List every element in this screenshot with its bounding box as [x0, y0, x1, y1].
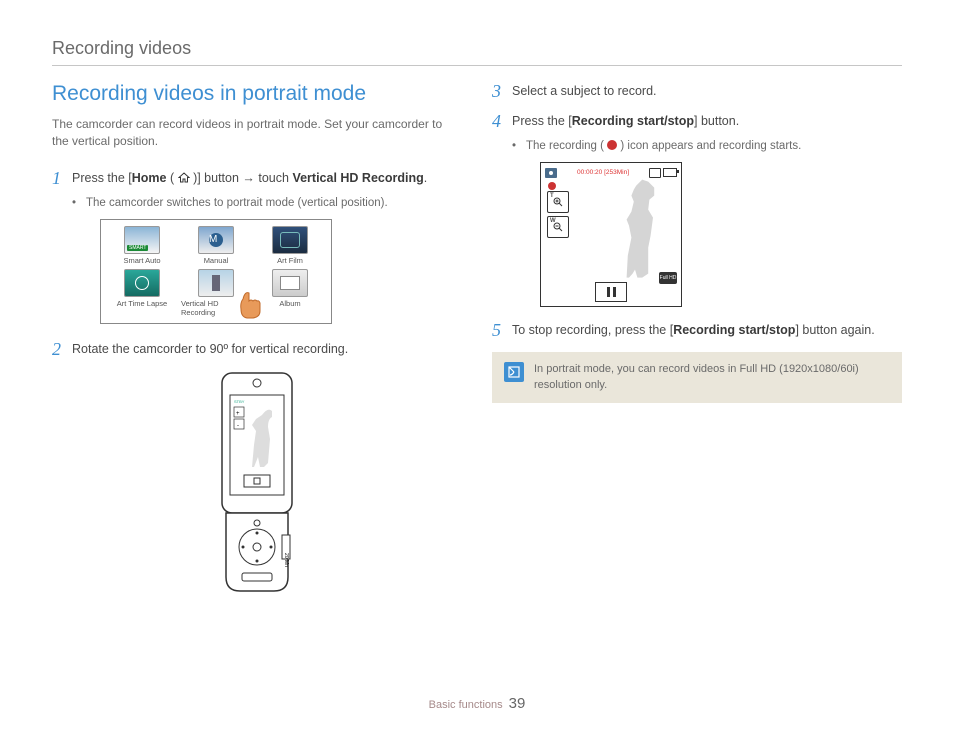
hd-badge: Full HD [659, 272, 677, 284]
step-number: 2 [52, 340, 72, 360]
step1-vhd-label: Vertical HD Recording [292, 171, 423, 185]
vertical-hd-icon [198, 269, 234, 297]
menu-smart-label: Smart Auto [123, 256, 160, 265]
note-text: In portrait mode, you can record videos … [534, 362, 890, 393]
portrait-screen-illustration: 00:00:20 [253Min] T W Full HD [540, 162, 682, 307]
zoom-t-label: T [550, 193, 554, 199]
menu-vertical-label: Vertical HD Recording [181, 299, 251, 317]
step5-post: ] button again. [795, 323, 874, 337]
album-icon [272, 269, 308, 297]
step1-post: )] button → touch [190, 171, 293, 185]
header-rule [52, 65, 902, 66]
menu-manual-label: Manual [204, 256, 229, 265]
step4-bullet: The recording ( ) icon appears and recor… [512, 140, 902, 152]
step4-post: ] button. [694, 114, 739, 128]
step-number: 5 [492, 321, 512, 341]
left-column: Recording videos in portrait mode The ca… [52, 82, 462, 602]
camcorder-illustration: STBY + - 20 Mn [182, 367, 332, 602]
menu-time-lapse: Art Time Lapse [107, 269, 177, 317]
menu-smart-auto: Smart Auto [107, 226, 177, 265]
step1-home-label: Home [132, 171, 167, 185]
step2-text: Rotate the camcorder to 90º for vertical… [72, 340, 462, 360]
step4-bullet-pre: The recording ( [526, 140, 607, 152]
svg-text:STBY: STBY [234, 399, 245, 404]
svg-text:-: - [237, 423, 239, 429]
svg-text:20 Mn: 20 Mn [283, 553, 289, 567]
footer-section: Basic functions [429, 699, 503, 711]
pause-button [595, 282, 627, 302]
step-5: 5 To stop recording, press the [Recordin… [492, 321, 902, 341]
zoom-in-button: T [547, 191, 569, 213]
running-header: Recording videos [52, 38, 902, 59]
section-title: Recording videos in portrait mode [52, 82, 462, 106]
step-2: 2 Rotate the camcorder to 90º for vertic… [52, 340, 462, 360]
step-number: 1 [52, 169, 72, 189]
svg-text:+: + [236, 411, 240, 417]
step3-text: Select a subject to record. [512, 82, 902, 102]
smart-auto-icon [124, 226, 160, 254]
art-film-icon [272, 226, 308, 254]
storage-card-icon [649, 168, 661, 178]
manual-icon [198, 226, 234, 254]
menu-album-label: Album [279, 299, 300, 308]
step-4: 4 Press the [Recording start/stop] butto… [492, 112, 902, 132]
note-box: In portrait mode, you can record videos … [492, 352, 902, 403]
camera-mode-icon [545, 168, 557, 178]
step1-bullet: The camcorder switches to portrait mode … [72, 197, 462, 209]
page-number: 39 [509, 695, 526, 712]
step1-end: . [424, 171, 427, 185]
step-3: 3 Select a subject to record. [492, 82, 902, 102]
page-footer: Basic functions 39 [0, 695, 954, 712]
step-number: 3 [492, 82, 512, 102]
right-column: 3 Select a subject to record. 4 Press th… [492, 82, 902, 602]
recording-time: 00:00:20 [253Min] [577, 169, 629, 176]
zoom-out-button: W [547, 216, 569, 238]
step4-pre: Press the [ [512, 114, 572, 128]
home-icon [178, 170, 190, 181]
intro-text: The camcorder can record videos in portr… [52, 116, 462, 151]
subject-silhouette [611, 178, 671, 278]
record-dot-icon [607, 140, 617, 150]
menu-vertical-hd: Vertical HD Recording [181, 269, 251, 317]
note-icon [504, 362, 524, 382]
step5-bold: Recording start/stop [673, 323, 795, 337]
step1-mid: ( [166, 171, 177, 185]
step-1: 1 Press the [Home ( )] button → touch Ve… [52, 169, 462, 189]
step-number: 4 [492, 112, 512, 132]
step1-pre: Press the [ [72, 171, 132, 185]
step5-pre: To stop recording, press the [ [512, 323, 673, 337]
menu-artfilm-label: Art Film [277, 256, 303, 265]
menu-album: Album [255, 269, 325, 317]
step4-bullet-post: ) icon appears and recording starts. [617, 140, 801, 152]
zoom-w-label: W [550, 218, 556, 224]
step4-bold: Recording start/stop [572, 114, 694, 128]
battery-icon [663, 168, 677, 177]
step1-bullet-text: The camcorder switches to portrait mode … [86, 197, 388, 209]
menu-art-film: Art Film [255, 226, 325, 265]
menu-timelapse-label: Art Time Lapse [117, 299, 167, 308]
recording-indicator-icon [548, 182, 556, 190]
menu-manual: Manual [181, 226, 251, 265]
home-menu-illustration: Smart Auto Manual Art Film Art Time Laps… [100, 219, 332, 324]
time-lapse-icon [124, 269, 160, 297]
